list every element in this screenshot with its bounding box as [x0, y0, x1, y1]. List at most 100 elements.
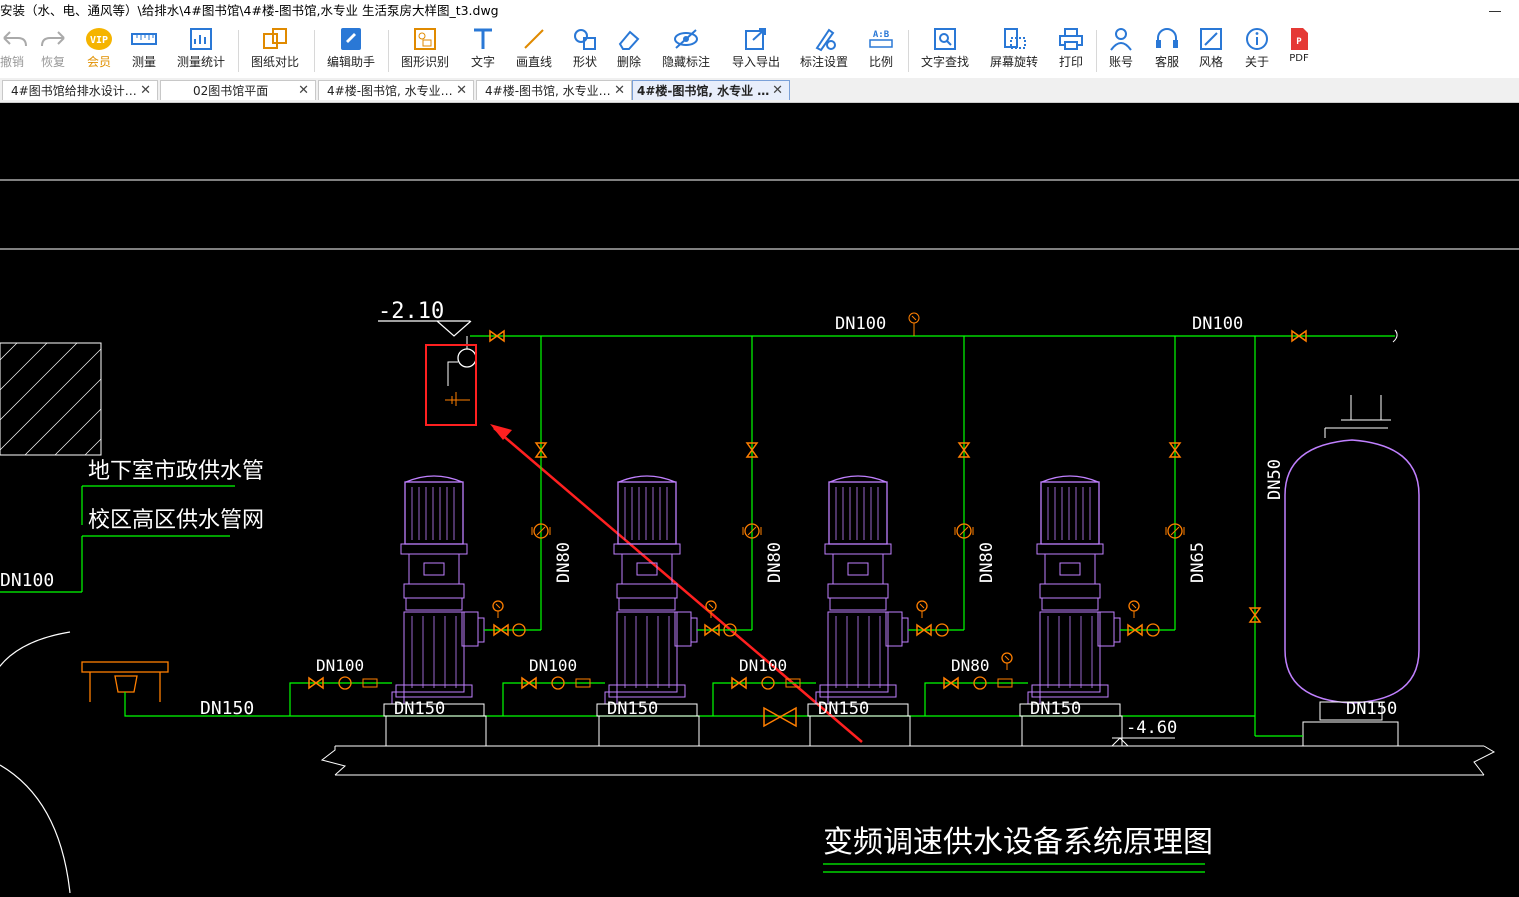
text-search-button[interactable]: 文字查找: [918, 26, 972, 76]
drawing-canvas[interactable]: 地下室市政供水管 校区高区供水管网 DN100 DN150 -2.10 DN10…: [0, 103, 1519, 894]
undo-button[interactable]: 撤销: [0, 26, 27, 76]
text-icon: [474, 28, 492, 49]
label-dn150-main: DN150: [200, 698, 254, 719]
headset-icon: [1156, 28, 1178, 48]
vip-button[interactable]: VIP 会员: [82, 26, 116, 76]
rotate-screen-button[interactable]: 屏幕旋转: [986, 26, 1042, 76]
shape-button[interactable]: 形状: [568, 26, 602, 76]
hide-annotation-icon: [674, 29, 698, 49]
text-button[interactable]: 文字: [466, 26, 500, 76]
annotation-settings-button[interactable]: 标注设置: [796, 26, 852, 76]
toolbar-separator: [908, 30, 909, 72]
label-dn100-left: DN100: [0, 570, 54, 591]
vip-icon: VIP: [86, 28, 112, 50]
label-suction: DN100: [739, 656, 787, 675]
customer-service-button[interactable]: 客服: [1150, 26, 1184, 76]
label-tank-riser: DN50: [1265, 459, 1285, 500]
label-dn150-tank: DN150: [1346, 699, 1397, 719]
pressure-tank: [1284, 395, 1420, 747]
cad-drawing[interactable]: 地下室市政供水管 校区高区供水管网 DN100 DN150 -2.10 DN10…: [0, 103, 1519, 894]
tab-document-5-active[interactable]: 4#楼-图书馆, 水专业 … ✕: [632, 80, 790, 100]
toolbar-separator: [238, 30, 239, 72]
compare-icon: [263, 28, 287, 49]
tab-document-3[interactable]: 4#楼-图书馆, 水专业… ✕: [318, 80, 474, 100]
eraser-icon: [618, 30, 640, 50]
about-button[interactable]: 关于: [1240, 26, 1274, 76]
redo-button[interactable]: 恢复: [36, 26, 70, 76]
toolbar-separator: [388, 30, 389, 72]
rotate-screen-icon: [1004, 28, 1026, 49]
edit-assistant-button[interactable]: 编辑助手: [324, 26, 378, 76]
annotation-settings-icon: [815, 28, 836, 52]
label-suction: DN80: [951, 656, 990, 675]
measure-stats-icon: [190, 28, 212, 50]
elevation-top: -2.10: [378, 299, 444, 324]
close-icon[interactable]: ✕: [772, 81, 783, 100]
shape-recognition-icon: [414, 28, 436, 50]
label-basement-supply: 地下室市政供水管: [88, 459, 264, 484]
tab-document-4[interactable]: 4#楼-图书馆, 水专业… ✕: [476, 80, 632, 100]
scale-icon: A:B: [869, 30, 893, 48]
close-icon[interactable]: ✕: [140, 81, 151, 100]
label-riser: DN80: [977, 542, 997, 583]
delete-button[interactable]: 删除: [612, 26, 646, 76]
document-tab-bar: 4#图书馆给排水设计… ✕ 02图书馆平面 ✕ 4#楼-图书馆, 水专业… ✕ 4#楼…: [0, 78, 1519, 103]
floor-slab: [320, 745, 1496, 776]
style-button[interactable]: 风格: [1194, 26, 1228, 76]
label-campus-network: 校区高区供水管网: [88, 508, 264, 533]
label-riser: DN80: [765, 542, 785, 583]
redo-icon: [41, 31, 65, 47]
measure-icon: [131, 33, 157, 45]
account-button[interactable]: 账号: [1104, 26, 1138, 76]
pressure-switch: [445, 336, 477, 406]
print-button[interactable]: 打印: [1054, 26, 1088, 76]
title-bar: 安装（水、电、通风等）\给排水\4#图书馆\4#楼-图书馆,水专业 生活泵房大样…: [0, 0, 1519, 24]
draw-line-button[interactable]: 画直线: [512, 26, 556, 76]
label-dn100-top-2: DN100: [1192, 314, 1243, 334]
label-base-dn150: DN150: [1030, 699, 1081, 719]
label-base-dn150: DN150: [394, 699, 445, 719]
label-dn100-top-1: DN100: [835, 314, 886, 334]
pdf-icon: P: [1291, 28, 1308, 50]
import-export-button[interactable]: 导入导出: [728, 26, 784, 76]
elevation-bottom: -4.60: [1126, 718, 1177, 738]
print-icon: [1059, 28, 1083, 50]
compare-button[interactable]: 图纸对比: [248, 26, 302, 76]
close-icon[interactable]: ✕: [614, 81, 625, 100]
undo-icon: [3, 31, 27, 47]
drawing-title: 变频调速供水设备系统原理图: [823, 825, 1213, 860]
label-suction: DN100: [529, 656, 577, 675]
tab-document-1[interactable]: 4#图书馆给排水设计… ✕: [2, 80, 158, 100]
measure-button[interactable]: 测量: [126, 26, 162, 76]
pump-group: DN150DN80DN100DN150DN80DN100DN150DN80DN1…: [289, 336, 1208, 747]
close-icon[interactable]: ✕: [298, 81, 309, 100]
pump-unit: DN150 DN80 DN100: [502, 336, 785, 747]
label-base-dn150: DN150: [607, 699, 658, 719]
text-search-icon: [934, 28, 956, 50]
toolbar-separator: [314, 30, 315, 72]
wall-hatch: [0, 342, 102, 456]
scale-button[interactable]: A:B 比例: [864, 26, 898, 76]
toolbar: 撤销 恢复 VIP 会员 测量 测量统计 图纸对比 编辑助手 图形识别 文字 画…: [0, 24, 1519, 78]
measure-stats-button[interactable]: 测量统计: [174, 26, 228, 76]
edit-assistant-icon: [341, 28, 361, 50]
highlight-box: [425, 344, 477, 426]
hide-annotation-button[interactable]: 隐藏标注: [658, 26, 714, 76]
import-export-icon: [745, 28, 766, 50]
shape-icon: [574, 29, 596, 50]
minimize-button[interactable]: [1489, 11, 1501, 12]
label-riser: DN80: [554, 542, 574, 583]
tab-document-2[interactable]: 02图书馆平面 ✕: [160, 80, 316, 100]
wall-arc: [0, 764, 71, 894]
svg-text:VIP: VIP: [90, 35, 108, 46]
info-icon: [1246, 28, 1268, 50]
annotation-arrow: [493, 427, 863, 743]
shape-recognition-button[interactable]: 图形识别: [398, 26, 452, 76]
line-icon: [524, 29, 544, 49]
close-icon[interactable]: ✕: [456, 81, 467, 100]
pdf-button[interactable]: P PDF: [1284, 26, 1314, 76]
style-icon: [1200, 28, 1222, 50]
label-riser: DN65: [1188, 542, 1208, 583]
account-icon: [1110, 28, 1132, 51]
wall-arc: [0, 631, 71, 668]
